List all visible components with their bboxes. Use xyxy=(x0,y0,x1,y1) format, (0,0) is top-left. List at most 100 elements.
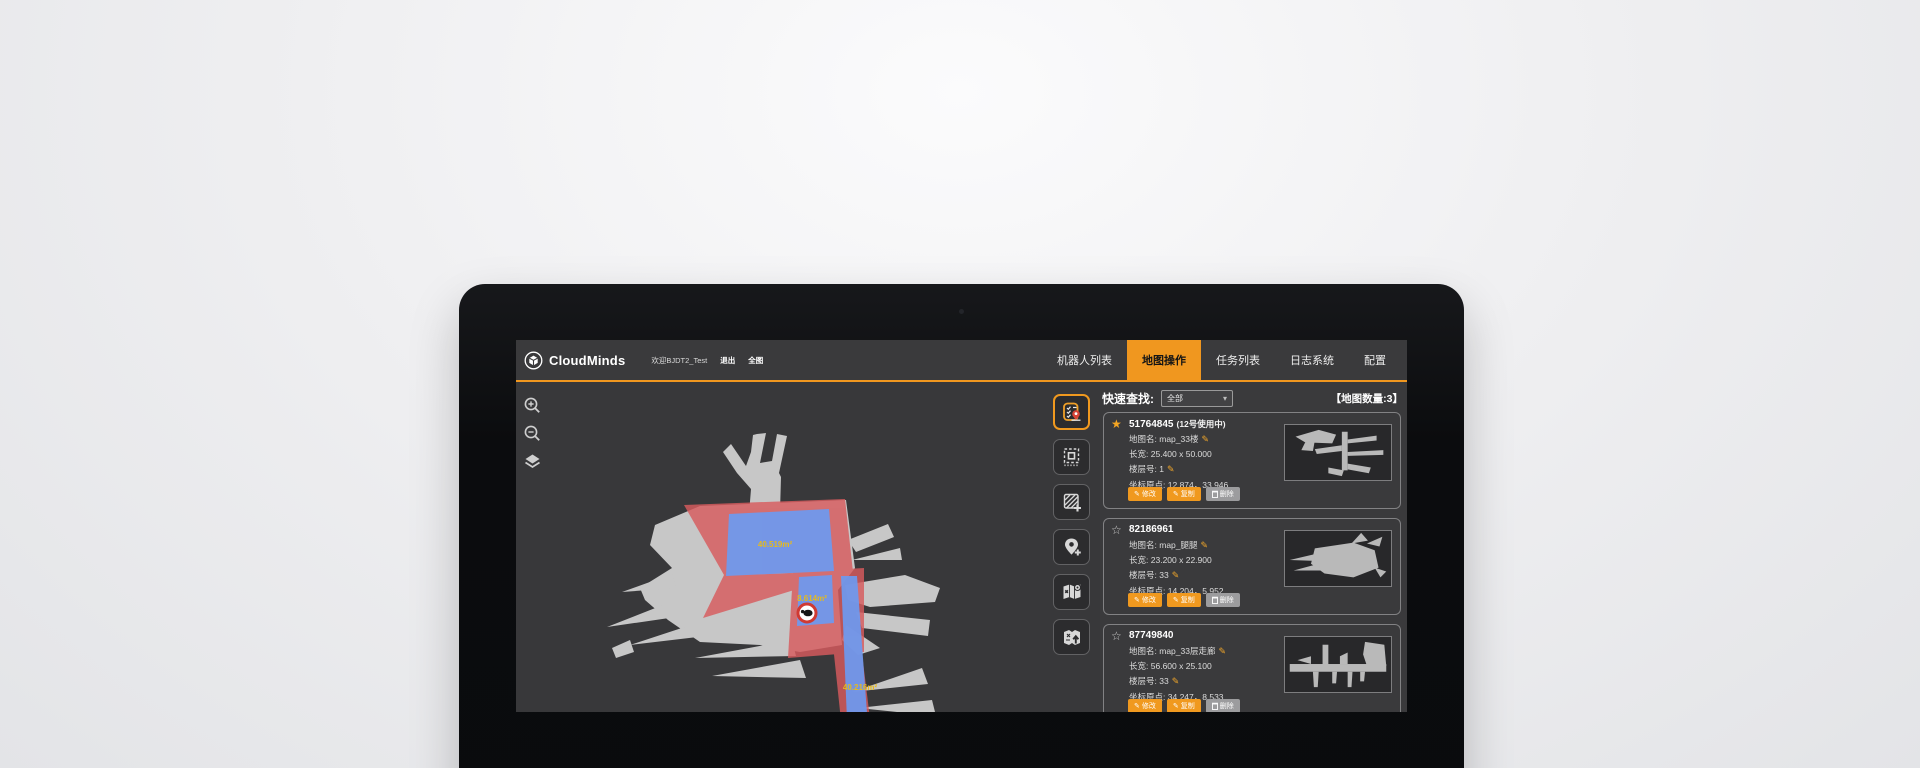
delete-map-button[interactable]: 删除 xyxy=(1206,699,1240,712)
welcome-text: 欢迎BJDT2_Test xyxy=(651,355,707,366)
card-actions: ✎修改 ✎复制 删除 xyxy=(1128,487,1240,501)
pencil-icon: ✎ xyxy=(1173,490,1179,498)
quick-find-label: 快速查找: xyxy=(1102,390,1154,407)
chevron-down-icon: ▾ xyxy=(1223,394,1227,403)
map-id: 87749840 xyxy=(1129,630,1177,641)
map-id: 51764845(12号使用中) xyxy=(1129,418,1226,430)
zoom-out-button[interactable] xyxy=(523,424,542,443)
app-screen: CloudMinds 欢迎BJDT2_Test 退出 全图 机器人列表 地图操作… xyxy=(516,340,1407,712)
cloudminds-logo-icon xyxy=(524,351,543,370)
edit-pencil-icon[interactable]: ✎ xyxy=(1201,434,1209,444)
area-label-1: 40.519m² xyxy=(758,540,793,549)
map-upload-icon xyxy=(1061,626,1083,648)
edit-pencil-icon[interactable]: ✎ xyxy=(1167,464,1175,474)
card-actions: ✎修改 ✎复制 删除 xyxy=(1128,699,1240,712)
map-floor-row: 楼层号: 33✎ xyxy=(1129,674,1226,689)
copy-map-button[interactable]: ✎复制 xyxy=(1167,593,1201,607)
edit-pencil-icon[interactable]: ✎ xyxy=(1172,676,1180,686)
nav-map-operations[interactable]: 地图操作 xyxy=(1127,340,1201,380)
webcam-dot xyxy=(959,309,964,314)
map-name-row: 地图名: map_33楼✎ xyxy=(1129,432,1228,447)
fullview-link[interactable]: 全图 xyxy=(748,355,763,366)
map-size-row: 长宽: 56.600 x 25.100 xyxy=(1129,659,1226,674)
area-label-3: 40.216m² xyxy=(843,683,878,692)
pencil-icon: ✎ xyxy=(1134,702,1140,710)
map-thumbnail xyxy=(1284,530,1392,587)
edit-pencil-icon[interactable]: ✎ xyxy=(1201,540,1209,550)
map-render: 40.519m² 8.614m² 40.216m² xyxy=(516,382,1100,712)
map-floor-row: 楼层号: 1✎ xyxy=(1129,462,1228,477)
star-outline-icon[interactable]: ☆ xyxy=(1111,523,1122,537)
edit-pencil-icon[interactable]: ✎ xyxy=(1172,570,1180,580)
page-background: CloudMinds 欢迎BJDT2_Test 退出 全图 机器人列表 地图操作… xyxy=(0,0,1920,768)
map-size-row: 长宽: 25.400 x 50.000 xyxy=(1129,447,1228,462)
map-tool-column xyxy=(1053,394,1090,655)
zoom-in-button[interactable] xyxy=(523,396,542,415)
map-name-row: 地图名: map_33层走廊✎ xyxy=(1129,644,1226,659)
map-thumbnail xyxy=(1284,636,1392,693)
edit-pencil-icon[interactable]: ✎ xyxy=(1218,646,1226,656)
map-count-badge: 【地图数量:3】 xyxy=(1331,391,1403,406)
map-controls xyxy=(523,396,542,471)
layers-button[interactable] xyxy=(523,452,542,471)
map-thumbnail xyxy=(1284,424,1392,481)
nav-task-list[interactable]: 任务列表 xyxy=(1201,340,1275,380)
map-list-panel: 快速查找: 全部 ▾ 【地图数量:3】 ★ 51764845(12号使用中) xyxy=(1100,382,1407,712)
map-size-row: 长宽: 23.200 x 22.900 xyxy=(1129,553,1224,568)
content: 40.519m² 8.614m² 40.216m² xyxy=(516,382,1407,712)
filter-selected-value: 全部 xyxy=(1167,393,1183,404)
map-details: 地图名: map_腿腿✎ 长宽: 23.200 x 22.900 楼层号: 33… xyxy=(1129,538,1224,599)
pencil-icon: ✎ xyxy=(1173,702,1179,710)
robot-marker-icon[interactable] xyxy=(798,604,816,622)
pencil-icon: ✎ xyxy=(1134,596,1140,604)
area-label-2: 8.614m² xyxy=(797,594,827,603)
pin-add-icon xyxy=(1061,536,1083,558)
map-card-3[interactable]: ☆ 87749840 地图名: map_33层走廊✎ 长宽: 56.600 x … xyxy=(1103,624,1401,712)
add-location-tool[interactable] xyxy=(1053,529,1090,565)
folded-map-pin-icon xyxy=(1061,581,1083,603)
copy-map-button[interactable]: ✎复制 xyxy=(1167,487,1201,501)
task-point-list-icon xyxy=(1061,401,1083,423)
quick-find-row: 快速查找: 全部 ▾ 【地图数量:3】 xyxy=(1102,390,1403,407)
delete-map-button[interactable]: 删除 xyxy=(1206,593,1240,607)
main-nav: 机器人列表 地图操作 任务列表 日志系统 配置 xyxy=(1042,340,1401,380)
map-card-2[interactable]: ☆ 82186961 地图名: map_腿腿✎ 长宽: 23.200 x 22.… xyxy=(1103,518,1401,615)
card-actions: ✎修改 ✎复制 删除 xyxy=(1128,593,1240,607)
map-details: 地图名: map_33楼✎ 长宽: 25.400 x 50.000 楼层号: 1… xyxy=(1129,432,1228,493)
brand-name: CloudMinds xyxy=(549,353,625,368)
nav-robot-list[interactable]: 机器人列表 xyxy=(1042,340,1127,380)
header-bar: CloudMinds 欢迎BJDT2_Test 退出 全图 机器人列表 地图操作… xyxy=(516,340,1407,382)
select-region-tool[interactable] xyxy=(1053,439,1090,475)
add-zone-tool[interactable] xyxy=(1053,484,1090,520)
task-point-list-tool[interactable] xyxy=(1053,394,1090,430)
nav-log-system[interactable]: 日志系统 xyxy=(1275,340,1349,380)
pencil-icon: ✎ xyxy=(1173,596,1179,604)
delete-map-button[interactable]: 删除 xyxy=(1206,487,1240,501)
map-canvas[interactable]: 40.519m² 8.614m² 40.216m² xyxy=(516,382,1100,712)
map-details: 地图名: map_33层走廊✎ 长宽: 56.600 x 25.100 楼层号:… xyxy=(1129,644,1226,705)
nav-settings[interactable]: 配置 xyxy=(1349,340,1401,380)
star-filled-icon[interactable]: ★ xyxy=(1111,417,1122,431)
map-name-row: 地图名: map_腿腿✎ xyxy=(1129,538,1224,553)
brand: CloudMinds xyxy=(524,351,625,370)
trash-icon xyxy=(1212,490,1218,498)
map-in-use-badge: (12号使用中) xyxy=(1177,419,1226,429)
map-id: 82186961 xyxy=(1129,524,1177,535)
map-floor-row: 楼层号: 33✎ xyxy=(1129,568,1224,583)
edit-map-button[interactable]: ✎修改 xyxy=(1128,487,1162,501)
upload-map-tool[interactable] xyxy=(1053,619,1090,655)
edit-map-button[interactable]: ✎修改 xyxy=(1128,593,1162,607)
pencil-icon: ✎ xyxy=(1134,490,1140,498)
copy-map-button[interactable]: ✎复制 xyxy=(1167,699,1201,712)
laptop-frame: CloudMinds 欢迎BJDT2_Test 退出 全图 机器人列表 地图操作… xyxy=(459,284,1464,768)
trash-icon xyxy=(1212,702,1218,710)
star-outline-icon[interactable]: ☆ xyxy=(1111,629,1122,643)
edit-map-button[interactable]: ✎修改 xyxy=(1128,699,1162,712)
map-filter-select[interactable]: 全部 ▾ xyxy=(1161,390,1233,407)
trash-icon xyxy=(1212,596,1218,604)
map-card-1[interactable]: ★ 51764845(12号使用中) 地图名: map_33楼✎ 长宽: 25.… xyxy=(1103,412,1401,509)
dashed-frame-icon xyxy=(1061,446,1083,468)
hatched-area-add-icon xyxy=(1061,491,1083,513)
logout-link[interactable]: 退出 xyxy=(720,355,735,366)
map-marker-tool[interactable] xyxy=(1053,574,1090,610)
